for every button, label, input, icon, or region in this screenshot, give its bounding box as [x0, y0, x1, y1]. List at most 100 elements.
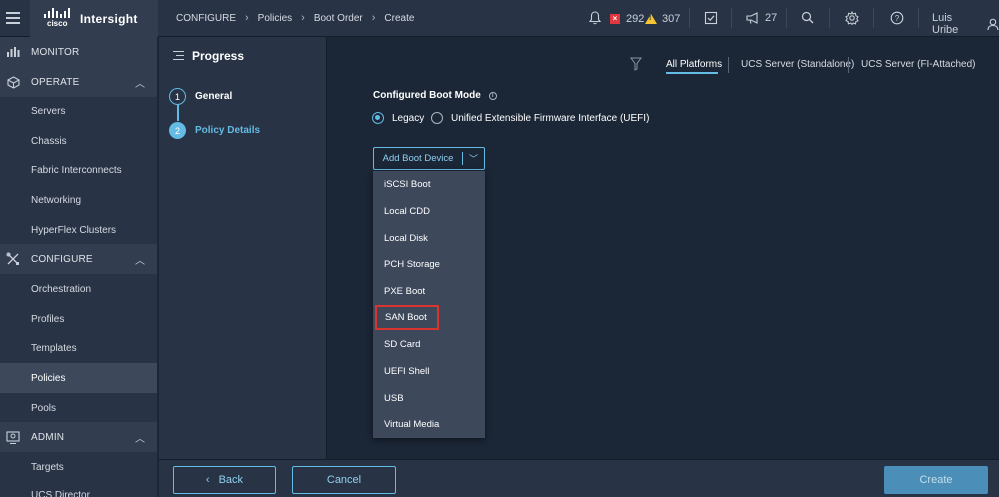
critical-count: 292	[626, 13, 645, 25]
warning-alarms[interactable]: 307	[645, 13, 680, 25]
announcement-count: 27	[765, 12, 778, 24]
divider	[731, 8, 732, 28]
filter-icon[interactable]	[630, 57, 642, 71]
sidebar-section-label: CONFIGURE	[31, 253, 93, 265]
radio-label: Unified Extensible Firmware Interface (U…	[451, 112, 650, 124]
menu-item-usb[interactable]: USB	[373, 385, 485, 412]
cancel-label: Cancel	[326, 474, 362, 486]
sidebar-section-label: ADMIN	[31, 431, 65, 443]
user-name: Luis Uribe	[932, 12, 959, 36]
search-icon[interactable]	[801, 11, 814, 24]
divider	[786, 8, 787, 28]
sidebar-item-targets[interactable]: Targets	[0, 452, 157, 482]
chevron-down-icon[interactable]: ﹀	[463, 152, 484, 165]
boot-mode-label: Configured Boot Mode i	[373, 90, 497, 101]
user-menu[interactable]: Luis Uribe	[932, 12, 999, 36]
warning-alarm-icon	[645, 14, 657, 24]
user-icon	[987, 18, 999, 30]
step-connector	[177, 105, 179, 121]
sidebar-section-configure[interactable]: CONFIGURE ︿	[0, 244, 157, 274]
sidebar-section-label: OPERATE	[31, 76, 80, 88]
gear-icon[interactable]	[845, 11, 859, 25]
radio-label: Legacy	[392, 112, 425, 124]
boot-mode-title: Configured Boot Mode	[373, 90, 481, 101]
top-bar: cisco Intersight CONFIGURE › Policies › …	[0, 0, 999, 37]
chevron-left-icon: ‹	[205, 474, 210, 486]
menu-item-local-disk[interactable]: Local Disk	[373, 225, 485, 252]
configure-icon	[6, 252, 20, 266]
sidebar-item-chassis[interactable]: Chassis	[0, 126, 157, 156]
add-boot-device-button[interactable]: Add Boot Device ﹀	[373, 147, 485, 170]
sidebar-section-monitor[interactable]: MONITOR	[0, 37, 157, 67]
step-general[interactable]: 1 General	[169, 88, 232, 105]
sidebar-item-templates[interactable]: Templates	[0, 333, 157, 363]
tab-all-platforms[interactable]: All Platforms	[666, 59, 722, 70]
divider	[728, 57, 729, 73]
admin-icon	[6, 430, 20, 444]
divider	[848, 57, 849, 73]
divider	[918, 8, 919, 28]
progress-title: Progress	[192, 49, 245, 63]
list-icon	[173, 51, 184, 60]
menu-item-pch-storage[interactable]: PCH Storage	[373, 251, 485, 278]
back-button[interactable]: ‹ Back	[173, 466, 276, 494]
menu-item-local-cdd[interactable]: Local CDD	[373, 198, 485, 225]
chevron-up-icon: ︿	[135, 255, 145, 267]
step-policy-details[interactable]: 2 Policy Details	[169, 122, 260, 139]
sidebar-item-servers[interactable]: Servers	[0, 96, 157, 126]
step-number: 2	[169, 122, 186, 139]
sidebar-section-operate[interactable]: OPERATE ︿	[0, 67, 157, 97]
info-icon[interactable]: i	[488, 91, 497, 100]
sidebar-item-fabric-interconnects[interactable]: Fabric Interconnects	[0, 155, 157, 185]
step-label: General	[195, 91, 233, 102]
megaphone-icon	[746, 12, 758, 24]
sidebar-item-networking[interactable]: Networking	[0, 185, 157, 215]
progress-panel: Progress 1 General 2 Policy Details	[159, 37, 327, 459]
chevron-up-icon: ︿	[135, 433, 145, 445]
bell-icon[interactable]	[589, 11, 601, 25]
sidebar-item-pools[interactable]: Pools	[0, 393, 157, 423]
radio-circle[interactable]	[431, 112, 443, 124]
wizard-footer: ‹ Back Cancel Create	[159, 459, 999, 497]
sidebar-item-profiles[interactable]: Profiles	[0, 304, 157, 334]
svg-text:?: ?	[895, 14, 900, 23]
create-button[interactable]: Create	[884, 466, 988, 494]
menu-item-virtual-media[interactable]: Virtual Media	[373, 411, 485, 438]
divider	[873, 8, 874, 28]
radio-legacy[interactable]: Legacy	[372, 112, 424, 124]
radio-circle[interactable]	[372, 112, 384, 124]
menu-item-iscsi-boot[interactable]: iSCSI Boot	[373, 171, 485, 198]
operate-icon	[6, 75, 20, 89]
warning-count: 307	[662, 13, 681, 25]
menu-item-uefi-shell[interactable]: UEFI Shell	[373, 358, 485, 385]
create-label: Create	[919, 474, 953, 486]
help-icon[interactable]: ?	[890, 11, 904, 25]
divider	[829, 8, 830, 28]
divider	[689, 8, 690, 28]
radio-uefi[interactable]: Unified Extensible Firmware Interface (U…	[431, 112, 649, 124]
sidebar-item-orchestration[interactable]: Orchestration	[0, 274, 157, 304]
cancel-button[interactable]: Cancel	[292, 466, 396, 494]
sidebar-item-hyperflex-clusters[interactable]: HyperFlex Clusters	[0, 215, 157, 245]
sidebar-item-ucs-director[interactable]: UCS Director	[0, 482, 157, 497]
step-label: Policy Details	[195, 125, 261, 136]
tab-ucs-standalone[interactable]: UCS Server (Standalone)	[741, 59, 854, 70]
announcements[interactable]: 27	[746, 12, 777, 24]
menu-item-pxe-boot[interactable]: PXE Boot	[373, 278, 485, 305]
menu-item-sd-card[interactable]: SD Card	[373, 331, 485, 358]
step-number: 1	[169, 88, 186, 105]
critical-alarm-icon: ×	[610, 14, 620, 24]
chevron-up-icon: ︿	[135, 78, 145, 90]
menu-item-san-boot[interactable]: SAN Boot	[375, 305, 439, 330]
add-boot-device-label[interactable]: Add Boot Device	[374, 153, 462, 164]
monitor-icon	[6, 45, 20, 59]
back-label: Back	[218, 474, 244, 486]
sidebar-nav: MONITOR OPERATE ︿ Servers Chassis Fabric…	[0, 37, 157, 497]
sidebar-section-admin[interactable]: ADMIN ︿	[0, 422, 157, 452]
sidebar-section-label: MONITOR	[31, 46, 80, 58]
tab-ucs-fi-attached[interactable]: UCS Server (FI-Attached)	[861, 59, 975, 70]
critical-alarms[interactable]: × 292	[610, 13, 644, 25]
sidebar-item-policies[interactable]: Policies	[0, 363, 157, 393]
task-icon[interactable]	[704, 11, 718, 25]
tab-selected-indicator	[666, 72, 718, 74]
